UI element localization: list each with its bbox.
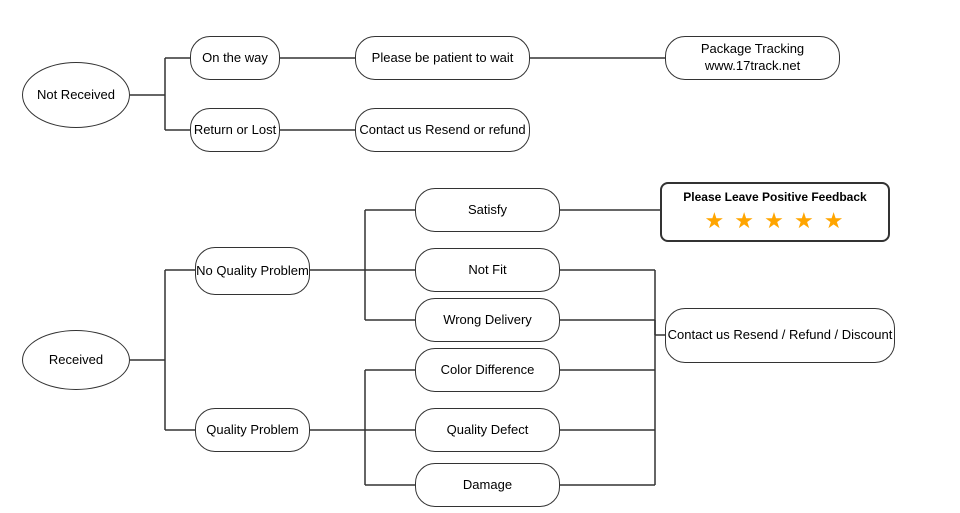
- feedback-box: Please Leave Positive Feedback ★ ★ ★ ★ ★: [660, 182, 890, 242]
- no-quality-problem-node: No Quality Problem: [195, 247, 310, 295]
- diagram: Not Received On the way Please be patien…: [0, 0, 960, 513]
- quality-defect-node: Quality Defect: [415, 408, 560, 452]
- contact-us-resend-node: Contact us Resend or refund: [355, 108, 530, 152]
- satisfy-node: Satisfy: [415, 188, 560, 232]
- on-the-way-node: On the way: [190, 36, 280, 80]
- not-received-node: Not Received: [22, 62, 130, 128]
- damage-node: Damage: [415, 463, 560, 507]
- package-tracking-node: Package Tracking www.17track.net: [665, 36, 840, 80]
- feedback-stars: ★ ★ ★ ★ ★: [672, 208, 878, 234]
- contact-us-full-node: Contact us Resend / Refund / Discount: [665, 308, 895, 363]
- quality-problem-node: Quality Problem: [195, 408, 310, 452]
- wrong-delivery-node: Wrong Delivery: [415, 298, 560, 342]
- return-or-lost-node: Return or Lost: [190, 108, 280, 152]
- feedback-title: Please Leave Positive Feedback: [672, 190, 878, 204]
- received-node: Received: [22, 330, 130, 390]
- color-difference-node: Color Difference: [415, 348, 560, 392]
- not-fit-node: Not Fit: [415, 248, 560, 292]
- please-patient-node: Please be patient to wait: [355, 36, 530, 80]
